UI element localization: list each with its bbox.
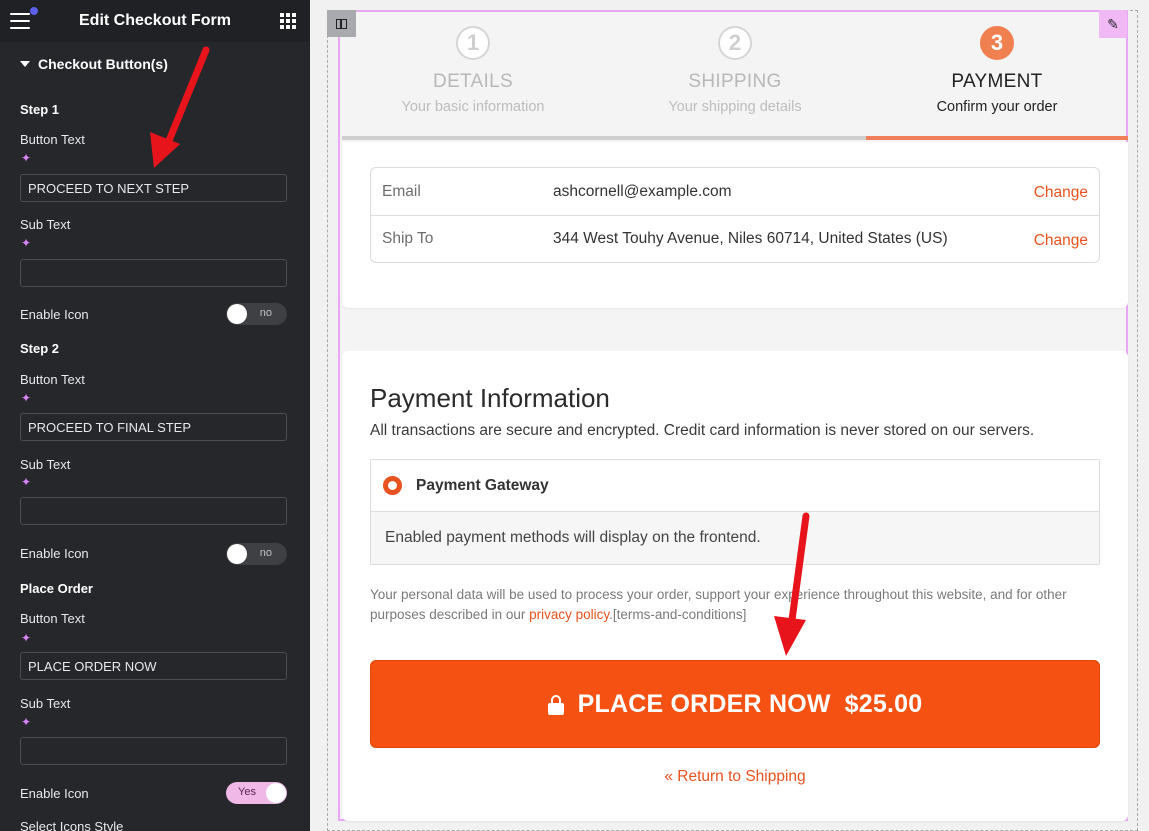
step1-button-text-input[interactable] [20,174,287,202]
step-subtitle: Your shipping details [668,99,802,115]
order-summary-card: Email ashcornell@example.com Change Ship… [342,142,1128,308]
editor-sidebar: Edit Checkout Form Checkout Button(s) St… [0,0,310,831]
email-label: Email [382,182,421,200]
sparkle-icon[interactable]: ✦ [21,237,31,249]
sparkle-icon[interactable]: ✦ [21,716,31,728]
select-icons-style-label: Select Icons Style [20,819,124,831]
payment-card: Payment Information All transactions are… [342,351,1128,821]
sparkle-icon[interactable]: ✦ [21,476,31,488]
column-layout-icon[interactable] [327,10,356,37]
section-title: Checkout Button(s) [38,56,168,72]
lock-icon [547,695,564,715]
step1-button-text-label: Button Text [20,132,85,147]
order-total: $25.00 [844,689,923,718]
sidebar-title: Edit Checkout Form [79,12,232,29]
step2-button-text-input[interactable] [20,413,287,441]
ship-to-row: Ship To 344 West Touhy Avenue, Niles 607… [371,215,1099,262]
place-order-button-text-label: Button Text [20,611,85,626]
place-order-button[interactable]: PLACE ORDER NOW $25.00 [370,660,1100,748]
step-subtitle: Your basic information [401,99,545,115]
notification-dot [30,7,38,15]
toggle-knob [266,783,286,803]
payment-gateway-option[interactable]: Payment Gateway [371,460,1099,512]
checkout-form-widget[interactable]: 1 DETAILS Your basic information 2 SHIPP… [338,10,1128,821]
sparkle-icon[interactable]: ✦ [21,392,31,404]
terms-text: .[terms-and-conditions] [609,607,747,622]
checkout-steps: 1 DETAILS Your basic information 2 SHIPP… [342,12,1128,140]
toggle-knob [227,544,247,564]
place-order-heading: Place Order [20,581,93,596]
step-subtitle: Confirm your order [936,99,1058,115]
preview-canvas: 1 DETAILS Your basic information 2 SHIPP… [310,0,1149,831]
radio-selected-icon[interactable] [383,476,402,495]
sparkle-icon[interactable]: ✦ [21,632,31,644]
step-title: SHIPPING [688,71,782,92]
step1-enable-icon-toggle[interactable]: no [226,303,287,325]
toggle-state: Yes [238,786,256,798]
step1-heading: Step 1 [20,102,60,117]
payment-title: Payment Information [370,383,610,413]
ship-to-value: 344 West Touhy Avenue, Niles 60714, Unit… [553,230,948,247]
gateway-body: Enabled payment methods will display on … [371,512,1099,564]
step-number: 3 [980,26,1014,60]
step-title: DETAILS [433,71,513,92]
return-to-shipping-link[interactable]: « Return to Shipping [342,768,1128,786]
place-order-sub-text-input[interactable] [20,737,287,765]
pencil-icon[interactable]: ✎ [1099,10,1127,38]
payment-description: All transactions are secure and encrypte… [370,422,1035,439]
step2-sub-text-label: Sub Text [20,457,71,472]
change-email-link[interactable]: Change [1034,184,1088,202]
step2-button-text-label: Button Text [20,372,85,387]
place-order-sub-text-label: Sub Text [20,696,71,711]
ship-to-label: Ship To [382,230,434,247]
step-title: PAYMENT [951,71,1043,92]
privacy-policy-link[interactable]: privacy policy [529,607,609,622]
caret-down-icon [20,61,30,67]
sparkle-icon[interactable]: ✦ [21,152,31,164]
contact-summary-table: Email ashcornell@example.com Change Ship… [370,167,1100,263]
email-value: ashcornell@example.com [553,182,732,200]
step-number: 2 [718,26,752,60]
email-row: Email ashcornell@example.com Change [371,168,1099,215]
section-toggle-checkout-buttons[interactable]: Checkout Button(s) [0,42,310,72]
step-shipping[interactable]: 2 SHIPPING Your shipping details [604,12,866,140]
step1-sub-text-label: Sub Text [20,217,71,232]
step1-enable-icon-label: Enable Icon [20,307,89,322]
gateway-name: Payment Gateway [416,476,549,494]
gateway-message: Enabled payment methods will display on … [385,529,761,546]
place-order-button-text-input[interactable] [20,652,287,680]
privacy-notice: Your personal data will be used to proce… [370,585,1090,625]
step2-enable-icon-toggle[interactable]: no [226,543,287,565]
step-number: 1 [456,26,490,60]
place-order-enable-icon-label: Enable Icon [20,786,89,801]
step2-enable-icon-label: Enable Icon [20,546,89,561]
step-details[interactable]: 1 DETAILS Your basic information [342,12,604,140]
hamburger-menu-icon[interactable] [10,7,38,29]
step1-sub-text-input[interactable] [20,259,287,287]
toggle-knob [227,304,247,324]
place-order-enable-icon-toggle[interactable]: Yes [226,782,287,804]
step-payment[interactable]: 3 PAYMENT Confirm your order [866,12,1128,140]
step2-sub-text-input[interactable] [20,497,287,525]
toggle-state: no [259,547,272,559]
toggle-state: no [259,307,272,319]
payment-gateway-box: Payment Gateway Enabled payment methods … [370,459,1100,565]
change-shipping-link[interactable]: Change [1034,232,1088,250]
place-order-label: PLACE ORDER NOW [577,689,831,718]
sidebar-header: Edit Checkout Form [0,0,310,42]
step2-heading: Step 2 [20,341,60,356]
grid-icon[interactable] [280,13,296,29]
